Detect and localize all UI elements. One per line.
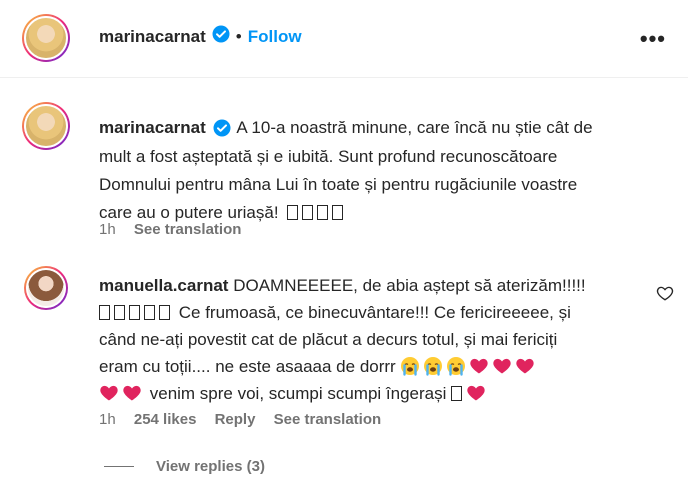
red-heart-icon xyxy=(470,358,489,374)
missing-emoji-glyph xyxy=(451,386,463,401)
caption-line: care au o putere uriașă! xyxy=(99,202,279,222)
view-replies-label: View replies (3) xyxy=(156,458,265,475)
comment-line: Ce frumoasă, ce binecuvântare!!! Ce feri… xyxy=(178,303,571,322)
comment-line: eram cu toții.... ne este asaaaa de dorr… xyxy=(99,357,396,376)
more-options-icon[interactable]: ••• xyxy=(640,26,666,52)
loudly-crying-face-icon xyxy=(447,357,466,376)
caption-meta: 1h See translation xyxy=(99,221,255,238)
red-heart-icon xyxy=(493,358,512,374)
comment-line: DOAMNEEEEE, de abia aștept să aterizăm!!… xyxy=(233,276,586,295)
loudly-crying-face-icon xyxy=(401,357,420,376)
red-heart-icon xyxy=(516,358,535,374)
caption-avatar[interactable] xyxy=(22,102,70,150)
caption-see-translation[interactable]: See translation xyxy=(134,221,242,238)
commenter-username[interactable]: manuella.carnat xyxy=(99,276,228,295)
commenter-avatar[interactable] xyxy=(24,266,68,310)
caption-line: Domnului pentru mâna Lui în toate și pen… xyxy=(99,174,578,194)
comment-line: când ne-ați povestit cat de plăcut a dec… xyxy=(99,330,558,349)
reply-button[interactable]: Reply xyxy=(215,411,256,428)
red-heart-icon xyxy=(123,385,141,401)
author-avatar[interactable] xyxy=(22,14,70,62)
header-username[interactable]: marinacarnat xyxy=(99,27,206,47)
comment-time: 1h xyxy=(99,411,116,428)
header-separator: • xyxy=(235,26,242,46)
loudly-crying-face-icon xyxy=(424,357,443,376)
caption-time: 1h xyxy=(99,221,116,238)
red-heart-icon xyxy=(100,385,118,401)
emoji-sequence xyxy=(99,384,145,403)
comment-body: manuella.carnat DOAMNEEEEE, de abia aște… xyxy=(99,272,627,407)
missing-emoji-glyphs xyxy=(287,203,347,222)
missing-emoji-glyphs xyxy=(99,303,179,322)
verified-badge-icon xyxy=(213,115,231,143)
view-replies-button[interactable]: View replies (3) xyxy=(104,458,265,475)
comment-likes[interactable]: 254 likes xyxy=(134,411,197,428)
comment-see-translation[interactable]: See translation xyxy=(274,411,382,428)
post-caption: marinacarnat A 10-a noastră minune, care… xyxy=(99,114,659,227)
like-comment-heart-icon[interactable] xyxy=(656,284,674,302)
caption-line: A 10-a noastră minune, care încă nu știe… xyxy=(236,118,593,137)
verified-badge-icon xyxy=(212,25,230,48)
emoji-sequence xyxy=(466,384,489,403)
view-replies-line xyxy=(104,466,134,467)
post-header: marinacarnat • Follow ••• xyxy=(0,0,688,78)
red-heart-icon xyxy=(467,385,485,401)
follow-button[interactable]: Follow xyxy=(248,27,302,47)
comment-line: venim spre voi, scumpi scumpi îngerași xyxy=(149,384,447,403)
emoji-sequence xyxy=(400,357,538,376)
comment-meta: 1h 254 likes Reply See translation xyxy=(99,411,395,428)
caption-line: mult a fost așteptată și e iubită. Sunt … xyxy=(99,146,558,166)
caption-username[interactable]: marinacarnat xyxy=(99,118,206,137)
